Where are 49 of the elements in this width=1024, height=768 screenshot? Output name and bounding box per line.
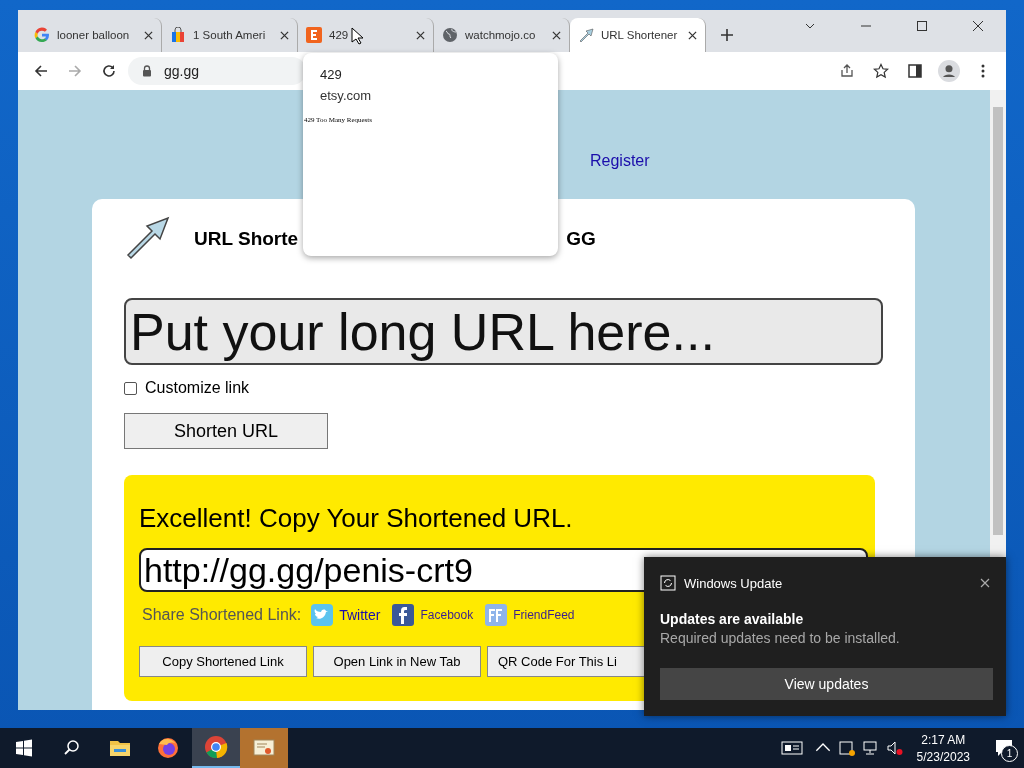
clock-time[interactable]: 2:17 AM <box>921 732 966 747</box>
close-icon[interactable] <box>980 578 990 588</box>
lock-icon <box>142 65 152 77</box>
new-tab-icon[interactable] <box>720 28 734 42</box>
shorten-button[interactable]: Shorten URL <box>124 413 328 449</box>
mouse-pointer-icon <box>351 27 363 45</box>
share-link[interactable]: Facebook <box>420 608 474 622</box>
action-button[interactable]: Open Link in New Tab <box>313 646 481 677</box>
close-icon[interactable] <box>416 30 425 40</box>
close-icon[interactable] <box>144 30 153 40</box>
register-link[interactable]: Register <box>590 152 650 169</box>
checkbox-label: Customize link <box>145 379 250 397</box>
notification-title: Updates are available <box>660 611 805 627</box>
speaker-muted-icon[interactable] <box>886 740 903 756</box>
checkbox[interactable] <box>124 381 137 395</box>
share-link[interactable]: Twitter <box>339 607 381 623</box>
share-link[interactable]: FriendFeed <box>513 608 575 622</box>
preview-domain: etsy.com <box>320 88 373 103</box>
notification-count: 1 <box>1001 745 1018 762</box>
share-label: Share Shortened Link: <box>142 606 302 624</box>
browser-tab[interactable]: URL Shortener <box>570 18 706 52</box>
close-icon[interactable] <box>972 20 984 32</box>
page-title: URL Shorte <box>194 228 299 250</box>
google-icon <box>34 27 50 43</box>
chrome-icon[interactable] <box>204 735 228 759</box>
action-button[interactable]: Copy Shortened Link <box>139 646 307 677</box>
letter-f-icon[interactable] <box>392 604 415 626</box>
network-icon[interactable] <box>862 740 879 756</box>
notification-app: Windows Update <box>684 575 784 591</box>
result-heading: Excellent! Copy Your Shortened URL. <box>139 503 574 534</box>
letter-e-icon <box>306 27 322 43</box>
arrow-icon <box>578 27 594 43</box>
close-icon[interactable] <box>688 30 697 40</box>
notification-message: Required updates need to be installed. <box>660 630 901 646</box>
news-icon[interactable] <box>780 740 803 756</box>
update-icon[interactable] <box>838 740 855 756</box>
close-icon[interactable] <box>280 30 289 40</box>
close-icon[interactable] <box>552 30 561 40</box>
url-input-field[interactable]: Put your long URL here... <box>124 298 883 365</box>
preview-title: 429 <box>320 67 343 82</box>
view-updates-button[interactable]: View updates <box>660 668 993 700</box>
update-icon <box>660 575 676 591</box>
page-title: GG <box>566 228 596 250</box>
shopping-bag-icon <box>170 27 186 43</box>
address-bar[interactable]: gg.gg <box>128 57 306 85</box>
globe-icon <box>442 27 458 43</box>
fox-globe-icon[interactable] <box>156 736 180 760</box>
clock-date[interactable]: 5/23/2023 <box>916 749 970 764</box>
maximize-icon[interactable] <box>916 20 928 32</box>
